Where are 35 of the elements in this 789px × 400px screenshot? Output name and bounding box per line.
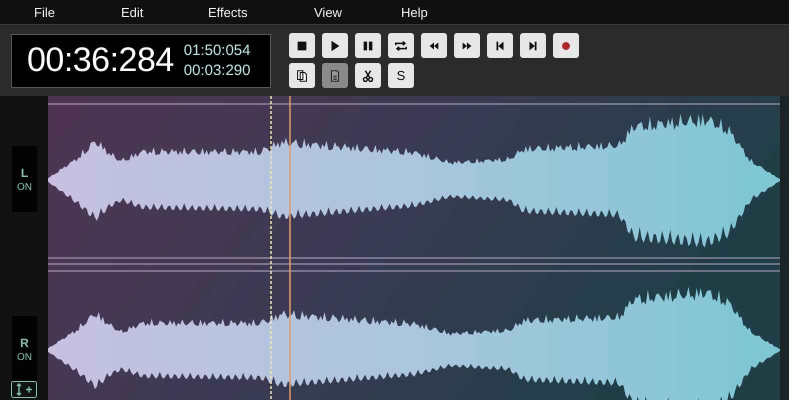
skip-end-button[interactable] xyxy=(520,33,546,58)
stop-button[interactable] xyxy=(289,33,315,58)
rewind-button[interactable] xyxy=(421,33,447,58)
pause-button[interactable] xyxy=(355,33,381,58)
selection-time: 00:03:290 xyxy=(184,62,250,79)
channel-state: ON xyxy=(17,352,32,362)
loop-icon xyxy=(394,38,408,52)
forward-button[interactable] xyxy=(454,33,480,58)
scissors-icon xyxy=(361,68,375,82)
s-button[interactable]: S xyxy=(388,63,414,88)
scrollbar-track[interactable] xyxy=(780,96,789,400)
stop-icon xyxy=(295,38,309,52)
paste-button[interactable] xyxy=(322,63,348,88)
skip-start-button[interactable] xyxy=(487,33,513,58)
record-button[interactable] xyxy=(553,33,579,58)
document-icon xyxy=(328,68,342,82)
zoom-icon[interactable] xyxy=(11,381,37,398)
channel-badge[interactable]: R ON xyxy=(12,316,37,382)
channel-badge[interactable]: L ON xyxy=(12,146,37,212)
menu-item[interactable]: Effects xyxy=(208,4,314,20)
current-time: 00:36:284 xyxy=(27,41,174,80)
channel-label: R xyxy=(20,336,29,350)
menu-item[interactable]: Edit xyxy=(121,4,208,20)
play-button[interactable] xyxy=(322,33,348,58)
copy-button[interactable] xyxy=(289,63,315,88)
cut-button[interactable] xyxy=(355,63,381,88)
channel-state: ON xyxy=(17,182,32,192)
copy-icon xyxy=(295,68,309,82)
loop-button[interactable] xyxy=(388,33,414,58)
menu-item[interactable]: File xyxy=(34,4,121,20)
channel-label: L xyxy=(20,166,28,180)
total-time: 01:50:054 xyxy=(184,42,250,59)
menu-item[interactable]: Help xyxy=(401,4,488,20)
pause-icon xyxy=(361,38,375,52)
menu-item[interactable]: View xyxy=(314,4,401,20)
